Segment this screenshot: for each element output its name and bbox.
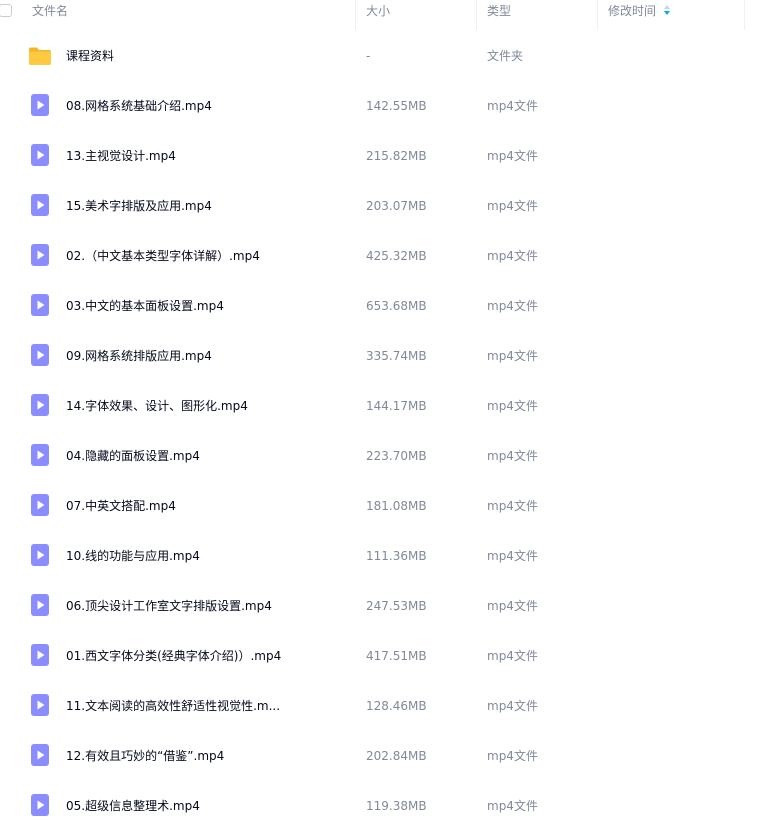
file-size: 128.46MB [366, 699, 427, 713]
file-row[interactable]: 07.中英文搭配.mp4 181.08MB mp4文件 [0, 481, 764, 531]
sort-descending-icon[interactable] [664, 0, 671, 23]
file-type: 文件夹 [487, 49, 524, 63]
file-size: 247.53MB [366, 599, 427, 613]
column-divider [476, 0, 477, 30]
file-size: 335.74MB [366, 349, 427, 363]
video-file-icon [28, 343, 52, 367]
video-file-icon [28, 793, 52, 817]
video-file-icon [28, 93, 52, 117]
file-row[interactable]: 05.超级信息整理术.mp4 119.38MB mp4文件 [0, 781, 764, 831]
file-type: mp4文件 [487, 649, 538, 663]
file-type: mp4文件 [487, 449, 538, 463]
file-type: mp4文件 [487, 499, 538, 513]
file-size: 119.38MB [366, 799, 427, 813]
file-name[interactable]: 09.网格系统排版应用.mp4 [66, 331, 212, 381]
video-file-icon [28, 393, 52, 417]
file-row[interactable]: 01.西文字体分类(经典字体介绍)）.mp4 417.51MB mp4文件 [0, 631, 764, 681]
file-row[interactable]: 课程资料 - 文件夹 [0, 31, 764, 81]
file-name[interactable]: 12.有效且巧妙的“借鉴”.mp4 [66, 731, 224, 781]
video-file-icon [28, 643, 52, 667]
file-size: 203.07MB [366, 199, 427, 213]
column-divider [355, 0, 356, 30]
file-type: mp4文件 [487, 549, 538, 563]
select-all-checkbox[interactable] [0, 4, 12, 17]
column-header-modified-label: 修改时间 [608, 4, 657, 18]
column-header-modified[interactable]: 修改时间 [608, 0, 671, 30]
file-type: mp4文件 [487, 399, 538, 413]
file-row[interactable]: 13.主视觉设计.mp4 215.82MB mp4文件 [0, 131, 764, 181]
video-file-icon [28, 693, 52, 717]
file-name[interactable]: 10.线的功能与应用.mp4 [66, 531, 200, 581]
file-name[interactable]: 04.隐藏的面板设置.mp4 [66, 431, 200, 481]
file-name[interactable]: 14.字体效果、设计、图形化.mp4 [66, 381, 248, 431]
file-row[interactable]: 02.（中文基本类型字体详解）.mp4 425.32MB mp4文件 [0, 231, 764, 281]
file-row[interactable]: 10.线的功能与应用.mp4 111.36MB mp4文件 [0, 531, 764, 581]
file-list-header: 文件名 大小 类型 修改时间 [0, 0, 764, 30]
file-size: 425.32MB [366, 249, 427, 263]
video-file-icon [28, 443, 52, 467]
video-file-icon [28, 743, 52, 767]
file-size: 215.82MB [366, 149, 427, 163]
file-list: 课程资料 - 文件夹 08.网格系统基础介绍.mp4 142.55MB mp4文… [0, 31, 764, 831]
file-size: 653.68MB [366, 299, 427, 313]
file-row[interactable]: 09.网格系统排版应用.mp4 335.74MB mp4文件 [0, 331, 764, 381]
file-type: mp4文件 [487, 799, 538, 813]
file-name[interactable]: 07.中英文搭配.mp4 [66, 481, 176, 531]
column-header-name[interactable]: 文件名 [32, 0, 68, 30]
file-name[interactable]: 01.西文字体分类(经典字体介绍)）.mp4 [66, 631, 281, 681]
file-type: mp4文件 [487, 599, 538, 613]
video-file-icon [28, 193, 52, 217]
file-row[interactable]: 06.顶尖设计工作室文字排版设置.mp4 247.53MB mp4文件 [0, 581, 764, 631]
file-size: 181.08MB [366, 499, 427, 513]
file-row[interactable]: 12.有效且巧妙的“借鉴”.mp4 202.84MB mp4文件 [0, 731, 764, 781]
video-file-icon [28, 293, 52, 317]
video-file-icon [28, 493, 52, 517]
file-type: mp4文件 [487, 349, 538, 363]
video-file-icon [28, 543, 52, 567]
file-type: mp4文件 [487, 199, 538, 213]
file-name[interactable]: 08.网格系统基础介绍.mp4 [66, 81, 212, 131]
file-name[interactable]: 11.文本阅读的高效性舒适性视觉性.m... [66, 681, 280, 731]
file-name[interactable]: 02.（中文基本类型字体详解）.mp4 [66, 231, 260, 281]
file-name[interactable]: 05.超级信息整理术.mp4 [66, 781, 200, 831]
file-size: 142.55MB [366, 99, 427, 113]
file-size: 202.84MB [366, 749, 427, 763]
file-name[interactable]: 03.中文的基本面板设置.mp4 [66, 281, 224, 331]
folder-icon [28, 44, 52, 68]
file-size: 144.17MB [366, 399, 427, 413]
file-row[interactable]: 14.字体效果、设计、图形化.mp4 144.17MB mp4文件 [0, 381, 764, 431]
file-type: mp4文件 [487, 699, 538, 713]
column-divider [744, 0, 745, 30]
column-header-type[interactable]: 类型 [487, 0, 511, 30]
file-size: 223.70MB [366, 449, 427, 463]
video-file-icon [28, 593, 52, 617]
file-type: mp4文件 [487, 99, 538, 113]
file-row[interactable]: 15.美术字排版及应用.mp4 203.07MB mp4文件 [0, 181, 764, 231]
file-type: mp4文件 [487, 299, 538, 313]
file-type: mp4文件 [487, 149, 538, 163]
column-header-size[interactable]: 大小 [366, 0, 390, 30]
file-name[interactable]: 13.主视觉设计.mp4 [66, 131, 176, 181]
file-name[interactable]: 课程资料 [66, 31, 114, 81]
file-size: 111.36MB [366, 549, 427, 563]
file-row[interactable]: 11.文本阅读的高效性舒适性视觉性.m... 128.46MB mp4文件 [0, 681, 764, 731]
file-type: mp4文件 [487, 749, 538, 763]
file-row[interactable]: 08.网格系统基础介绍.mp4 142.55MB mp4文件 [0, 81, 764, 131]
file-row[interactable]: 04.隐藏的面板设置.mp4 223.70MB mp4文件 [0, 431, 764, 481]
file-size: 417.51MB [366, 649, 427, 663]
column-divider [597, 0, 598, 30]
file-row[interactable]: 03.中文的基本面板设置.mp4 653.68MB mp4文件 [0, 281, 764, 331]
file-name[interactable]: 15.美术字排版及应用.mp4 [66, 181, 212, 231]
file-name[interactable]: 06.顶尖设计工作室文字排版设置.mp4 [66, 581, 272, 631]
file-size: - [366, 49, 371, 63]
file-type: mp4文件 [487, 249, 538, 263]
video-file-icon [28, 243, 52, 267]
video-file-icon [28, 143, 52, 167]
